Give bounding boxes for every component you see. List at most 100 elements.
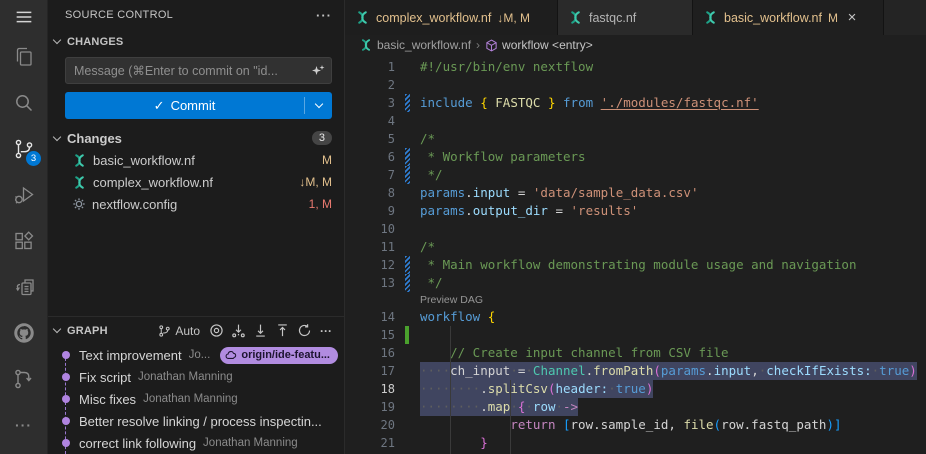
breadcrumb-file[interactable]: basic_workflow.nf	[359, 38, 471, 52]
push-icon[interactable]	[272, 321, 292, 341]
code-line[interactable]: 1 #!/usr/bin/env nextflow	[345, 58, 926, 76]
fetch-icon[interactable]	[228, 321, 248, 341]
code-line[interactable]: 7 */	[345, 166, 926, 184]
gutter-indicator	[395, 94, 420, 112]
run-debug-icon[interactable]	[0, 172, 47, 218]
gutter-indicator	[395, 362, 420, 380]
gutter-indicator	[395, 166, 420, 184]
commit-dot-icon	[62, 373, 70, 381]
editor-tab[interactable]: complex_workflow.nf ↓M, M	[345, 0, 558, 35]
code-line-content: ····ch_input·=·Channel.fromPath(params.i…	[420, 362, 917, 380]
changed-file-row[interactable]: basic_workflow.nf M	[48, 149, 344, 171]
chevron-down-icon	[53, 36, 61, 44]
extensions-icon[interactable]	[0, 218, 47, 264]
close-icon[interactable]: ×	[844, 9, 860, 26]
code-line-content: */	[420, 166, 443, 184]
code-line[interactable]: 11 /*	[345, 238, 926, 256]
changed-file-row[interactable]: complex_workflow.nf ↓M, M	[48, 171, 344, 193]
refresh-icon[interactable]	[294, 321, 314, 341]
editor-tab[interactable]: basic_workflow.nf M ×	[693, 0, 884, 35]
pull-request-icon[interactable]	[0, 356, 47, 402]
source-control-icon[interactable]: 3	[0, 126, 47, 172]
explorer-icon[interactable]	[0, 34, 47, 80]
code-line[interactable]: 3 include { FASTQC } from './modules/fas…	[345, 94, 926, 112]
gutter-indicator	[395, 58, 420, 76]
code-line-content: }	[420, 434, 488, 452]
graph-toolbar: Auto	[158, 321, 336, 341]
code-line[interactable]: 15	[345, 326, 926, 344]
auto-branch-button[interactable]: Auto	[158, 324, 200, 338]
changed-file-row[interactable]: nextflow.config 1, M	[48, 193, 344, 215]
code-line-content: /*	[420, 238, 435, 256]
code-line[interactable]: 10	[345, 220, 926, 238]
line-number: 8	[345, 184, 395, 202]
commit-author: Jonathan Manning	[143, 393, 238, 405]
code-line[interactable]: 18 ········.splitCsv(header:·true)	[345, 380, 926, 398]
code-line[interactable]: 21 }	[345, 434, 926, 452]
editor-tab[interactable]: fastqc.nf	[558, 0, 693, 35]
commit-dropdown-button[interactable]	[305, 104, 332, 107]
commit-row[interactable]: Better resolve linking / process inspect…	[48, 410, 344, 432]
code-line[interactable]: 6 * Workflow parameters	[345, 148, 926, 166]
code-line[interactable]: 20 return [row.sample_id, file(row.fastq…	[345, 416, 926, 434]
target-icon[interactable]	[206, 321, 226, 341]
commit-row[interactable]: Misc fixes Jonathan Manning	[48, 388, 344, 410]
line-number: 12	[345, 256, 395, 274]
line-number: 7	[345, 166, 395, 184]
sidebar-spacer	[48, 215, 344, 316]
sidebar-header: SOURCE CONTROL ···	[48, 0, 344, 30]
sidebar-more-button[interactable]: ···	[316, 8, 332, 23]
line-number: 9	[345, 202, 395, 220]
line-number: 1	[345, 58, 395, 76]
nextflow-file-icon	[72, 175, 87, 190]
pull-icon[interactable]	[250, 321, 270, 341]
sparkle-ai-icon[interactable]	[310, 63, 326, 84]
branch-ref-pill[interactable]: origin/ide-featu...	[220, 347, 338, 364]
gutter-indicator	[395, 434, 420, 452]
codelens-preview-dag[interactable]: Preview DAG	[345, 292, 926, 308]
indent-guide	[510, 380, 511, 454]
code-line[interactable]: 17 ····ch_input·=·Channel.fromPath(param…	[345, 362, 926, 380]
line-number: 6	[345, 148, 395, 166]
gutter-indicator	[395, 184, 420, 202]
changes-tree-header[interactable]: Changes 3	[48, 127, 344, 149]
tab-bar: complex_workflow.nf ↓M, M fastqc.nf basi…	[345, 0, 926, 35]
code-line[interactable]: 5 /*	[345, 130, 926, 148]
code-line-content: return [row.sample_id, file(row.fastq_pa…	[420, 416, 842, 434]
menu-icon[interactable]	[0, 0, 47, 34]
gutter-indicator	[395, 202, 420, 220]
code-line[interactable]: 2	[345, 76, 926, 94]
commit-list: Text improvement Jo... origin/ide-featu.…	[48, 344, 344, 454]
code-line[interactable]: 8 params.input = 'data/sample_data.csv'	[345, 184, 926, 202]
commit-row[interactable]: correct link following Jonathan Manning	[48, 432, 344, 454]
code-line[interactable]: 16 // Create input channel from CSV file	[345, 344, 926, 362]
activity-bar: 3 ···	[0, 0, 47, 454]
line-number: 11	[345, 238, 395, 256]
references-icon[interactable]	[0, 264, 47, 310]
file-name: nextflow.config	[92, 197, 177, 212]
line-number: 4	[345, 112, 395, 130]
code-line[interactable]: 9 params.output_dir = 'results'	[345, 202, 926, 220]
auto-label: Auto	[175, 324, 200, 338]
code-line[interactable]: 4	[345, 112, 926, 130]
changes-section-label: CHANGES	[67, 36, 123, 48]
breadcrumb-symbol[interactable]: workflow <entry>	[485, 38, 593, 52]
code-line[interactable]: 12 * Main workflow demonstrating module …	[345, 256, 926, 274]
code-line[interactable]: 14 workflow {	[345, 308, 926, 326]
code-line[interactable]: 13 */	[345, 274, 926, 292]
code-line-content: workflow {	[420, 308, 495, 326]
search-icon[interactable]	[0, 80, 47, 126]
code-line[interactable]: 19 ········.map·{·row·->	[345, 398, 926, 416]
changes-section-header[interactable]: CHANGES	[48, 30, 344, 53]
graph-more-button[interactable]: ···	[316, 321, 336, 341]
code-line-content: ········.map·{·row·->	[420, 398, 578, 416]
commit-message-input[interactable]: Message (⌘Enter to commit on "id...	[65, 57, 332, 84]
more-icon[interactable]: ···	[0, 402, 47, 448]
github-icon[interactable]	[0, 310, 47, 356]
line-number: 18	[345, 380, 395, 398]
commit-row[interactable]: Fix script Jonathan Manning	[48, 366, 344, 388]
graph-header[interactable]: GRAPH Auto	[48, 317, 344, 344]
commit-row[interactable]: Text improvement Jo... origin/ide-featu.…	[48, 344, 344, 366]
commit-button[interactable]: ✓ Commit	[65, 92, 332, 119]
code-editor[interactable]: 1 #!/usr/bin/env nextflow 2 3 include { …	[345, 55, 926, 454]
